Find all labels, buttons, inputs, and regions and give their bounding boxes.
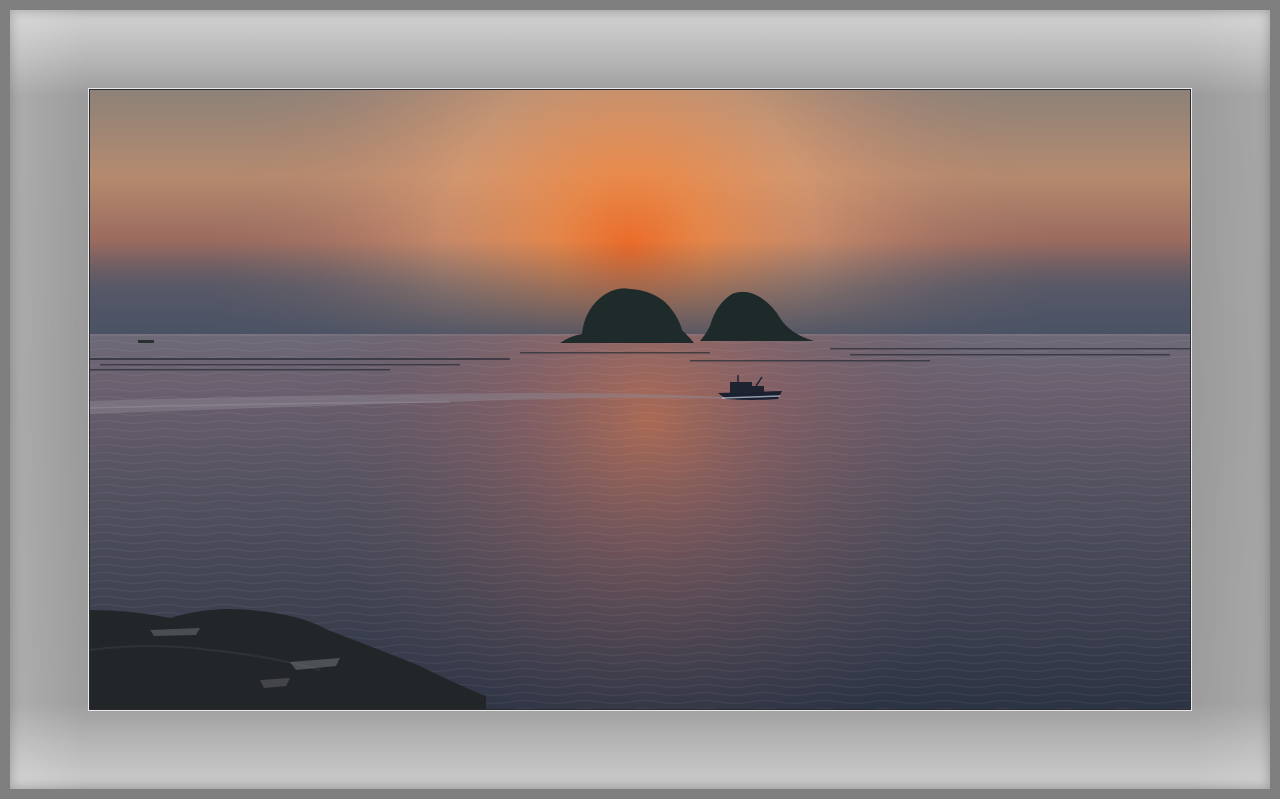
- distant-boat: [138, 340, 154, 343]
- outer-frame: [0, 0, 1280, 799]
- sunset-scene: [90, 90, 1190, 709]
- sunset-photo: [90, 90, 1190, 709]
